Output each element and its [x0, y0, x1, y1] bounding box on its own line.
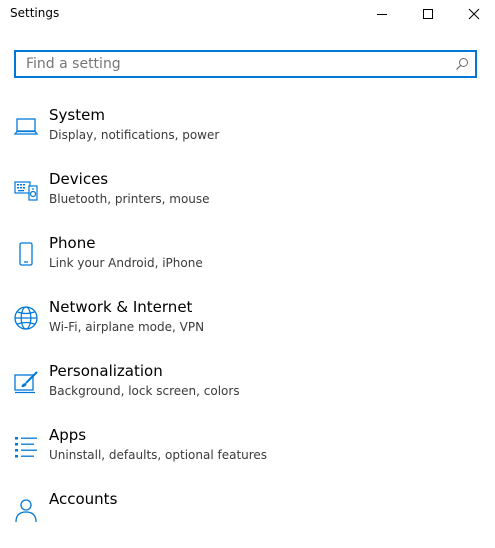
- window-title: Settings: [10, 6, 60, 20]
- category-name: Apps: [49, 426, 87, 444]
- category-description: Wi-Fi, airplane mode, VPN: [49, 320, 205, 334]
- globe-icon: [12, 304, 40, 332]
- category-description: Background, lock screen, colors: [49, 384, 240, 398]
- title-bar: Settings: [0, 0, 495, 28]
- category-name: Phone: [49, 234, 96, 252]
- settings-category-list: System Display, notifications, power Dev…: [0, 100, 495, 548]
- category-apps[interactable]: Apps Uninstall, defaults, optional featu…: [0, 420, 495, 484]
- category-system[interactable]: System Display, notifications, power: [0, 100, 495, 164]
- category-accounts[interactable]: Accounts: [0, 484, 495, 548]
- category-devices[interactable]: Devices Bluetooth, printers, mouse: [0, 164, 495, 228]
- search-box[interactable]: [14, 50, 477, 78]
- phone-icon: [12, 240, 40, 268]
- maximize-button[interactable]: [405, 0, 451, 28]
- category-name: Accounts: [49, 490, 118, 508]
- category-name: Devices: [49, 170, 109, 188]
- category-description: Link your Android, iPhone: [49, 256, 203, 270]
- category-description: Display, notifications, power: [49, 128, 220, 142]
- category-phone[interactable]: Phone Link your Android, iPhone: [0, 228, 495, 292]
- search-input[interactable]: [16, 52, 446, 76]
- close-icon: [468, 8, 480, 20]
- search-icon[interactable]: [455, 57, 469, 71]
- person-icon: [12, 496, 40, 524]
- category-name: Personalization: [49, 362, 163, 380]
- laptop-icon: [12, 112, 40, 140]
- minimize-button[interactable]: [359, 0, 405, 28]
- category-name: System: [49, 106, 105, 124]
- minimize-icon: [377, 14, 387, 15]
- category-network-internet[interactable]: Network & Internet Wi-Fi, airplane mode,…: [0, 292, 495, 356]
- paint-icon: [12, 368, 40, 396]
- category-personalization[interactable]: Personalization Background, lock screen,…: [0, 356, 495, 420]
- category-description: Bluetooth, printers, mouse: [49, 192, 210, 206]
- apps-list-icon: [12, 432, 40, 460]
- category-description: Uninstall, defaults, optional features: [49, 448, 268, 462]
- devices-icon: [12, 176, 40, 204]
- close-button[interactable]: [451, 0, 495, 28]
- maximize-icon: [423, 9, 433, 19]
- category-name: Network & Internet: [49, 298, 193, 316]
